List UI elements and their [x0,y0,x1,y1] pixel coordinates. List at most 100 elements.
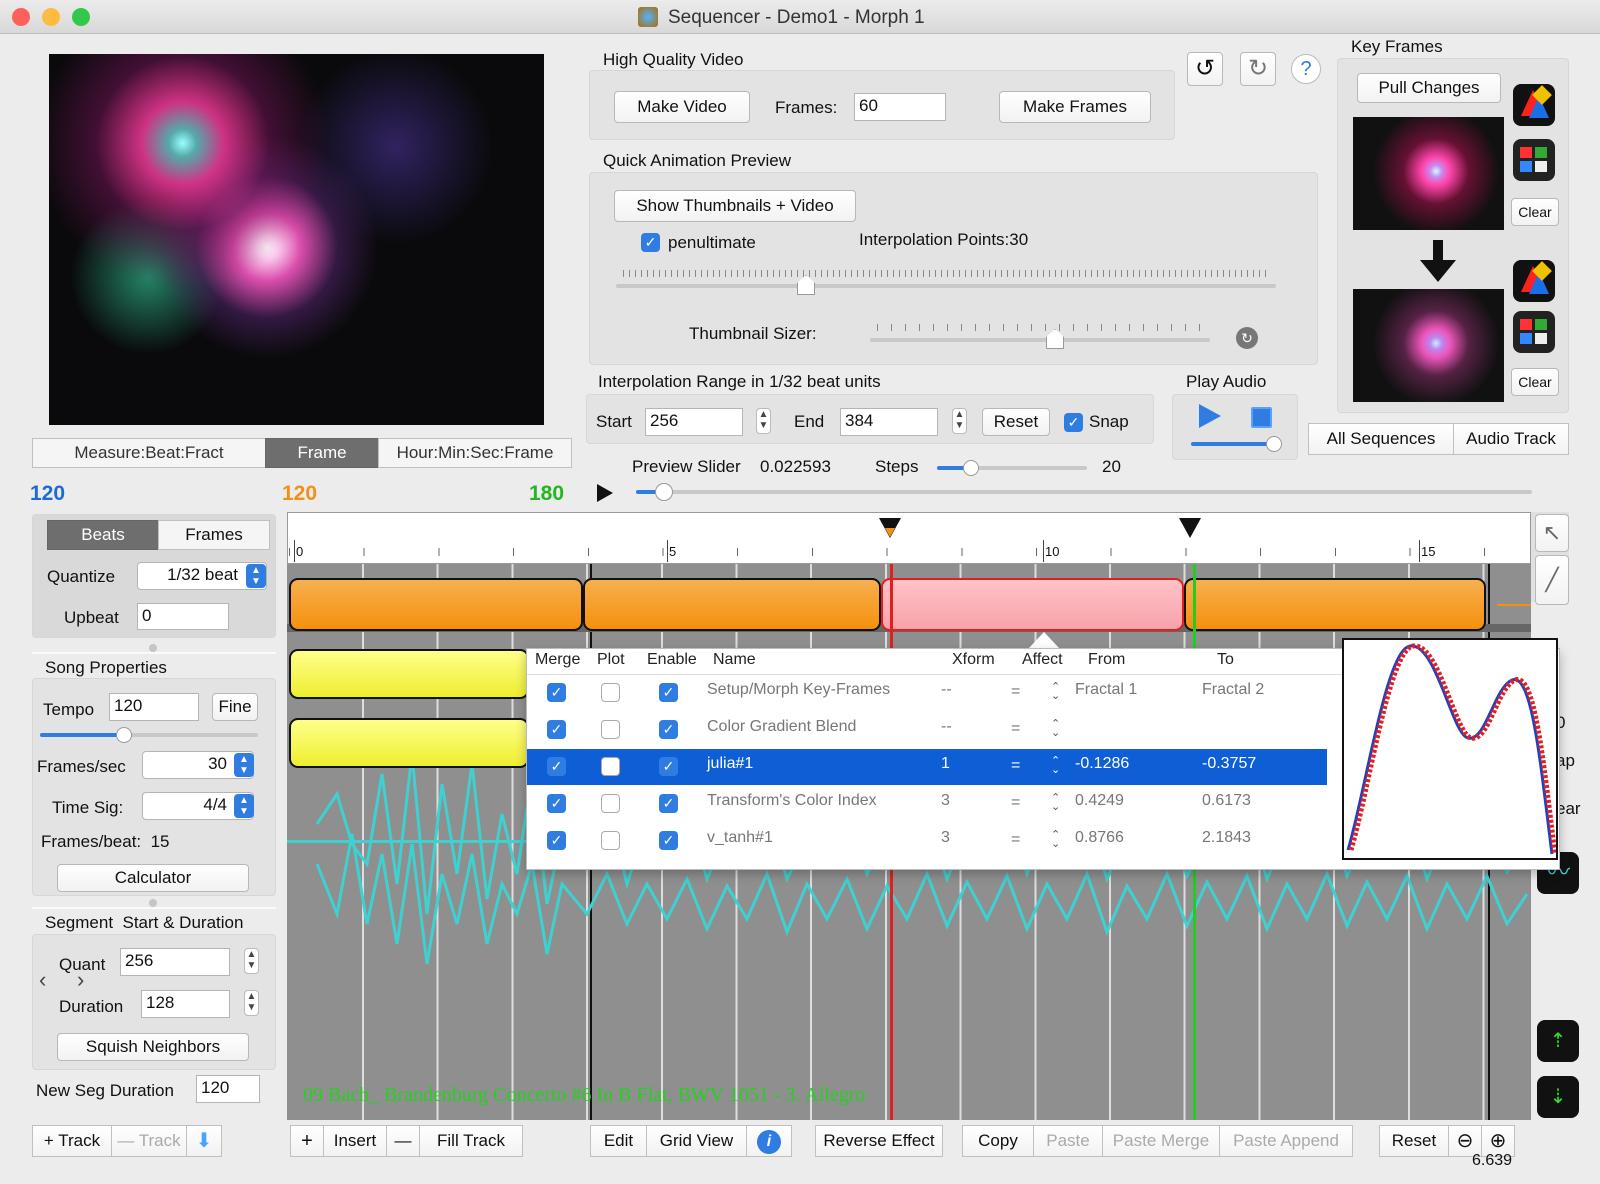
enable-checkbox[interactable]: ✓ [659,831,678,850]
table-row-selected[interactable]: ✓ ✓ julia#1 1 = ⌃ ⌄ -0.1286 -0.3757 [527,749,1327,785]
grid-editor-1-icon[interactable] [1513,139,1555,181]
remove-track-button[interactable]: — Track [111,1125,187,1157]
plot-checkbox[interactable] [601,831,620,850]
upbeat-input[interactable]: 0 [137,603,229,630]
segment-4[interactable] [1184,578,1486,631]
timeline-ruler[interactable] [287,512,1531,564]
row-affect[interactable]: = [1011,794,1020,812]
enable-checkbox[interactable]: ✓ [659,720,678,739]
edit-button[interactable]: Edit [590,1125,647,1157]
segment-1[interactable] [289,578,583,631]
col-affect[interactable]: Affect [1022,651,1063,669]
col-name[interactable]: Name [713,651,756,669]
zoom-button[interactable] [72,8,90,26]
merge-checkbox[interactable]: ✓ [547,720,566,739]
insert-button[interactable]: Insert [323,1125,387,1157]
quant-stepper[interactable]: ▲ ▼ [244,948,259,974]
add-track-button[interactable]: + Track [32,1125,112,1157]
clear-keyframe-1-button[interactable]: Clear [1511,198,1559,226]
end-stepper[interactable]: ▲ ▼ [952,408,967,434]
frames-toggle[interactable]: Frames [158,520,270,550]
merge-checkbox[interactable]: ✓ [547,757,566,776]
tempo-input[interactable]: 120 [109,693,199,721]
affect-stepper-icon[interactable]: ⌃ ⌄ [1051,719,1060,739]
row-affect[interactable]: = [1011,683,1020,701]
duration-input[interactable]: 128 [141,990,230,1018]
clear-keyframe-2-button[interactable]: Clear [1511,368,1559,396]
quantize-select-arrows[interactable]: ▲ ▼ [246,564,266,588]
start-stepper[interactable]: ▲ ▼ [756,408,771,434]
grid-editor-2-icon[interactable] [1513,311,1555,353]
row-affect[interactable]: = [1011,831,1020,849]
effect-segment-2[interactable] [289,718,529,768]
play-icon[interactable] [597,484,613,502]
add-segment-button[interactable]: + [290,1125,324,1157]
end-input[interactable]: 384 [840,408,938,436]
splitter-dot-1[interactable] [149,644,157,652]
col-merge[interactable]: Merge [535,651,580,669]
frames-input[interactable]: 60 [854,93,946,121]
affect-stepper-icon[interactable]: ⌃ ⌄ [1051,830,1060,850]
pull-changes-button[interactable]: Pull Changes [1357,73,1501,103]
amplify-up-icon[interactable]: ⇡ [1537,1020,1579,1062]
row-affect[interactable]: = [1011,720,1020,738]
enable-checkbox[interactable]: ✓ [659,794,678,813]
audio-track-button[interactable]: Audio Track [1453,423,1569,455]
show-thumbnails-button[interactable]: Show Thumbnails + Video [614,190,856,222]
fill-track-button[interactable]: Fill Track [419,1125,523,1157]
undo-icon[interactable]: ↺ [1187,52,1223,86]
info-button[interactable]: i [746,1125,792,1157]
next-segment-icon[interactable]: › [77,967,84,993]
row-affect[interactable]: = [1011,757,1020,775]
timesig-select-arrows[interactable]: ▲ ▼ [234,794,254,818]
fine-button[interactable]: Fine [212,693,258,721]
reset-button[interactable]: Reset [1379,1125,1449,1157]
splitter-dot-2[interactable] [149,899,157,907]
audio-stop-icon[interactable] [1251,407,1272,428]
snap-checkbox[interactable]: ✓ [1064,413,1083,432]
col-enable[interactable]: Enable [647,651,697,669]
squish-neighbors-button[interactable]: Squish Neighbors [57,1033,249,1061]
make-video-button[interactable]: Make Video [614,91,750,123]
audio-volume-slider[interactable] [1266,436,1282,452]
down-arrow-button[interactable]: ⬇ [186,1125,222,1157]
merge-checkbox[interactable]: ✓ [547,831,566,850]
col-xform[interactable]: Xform [952,651,995,669]
pencil-tool-icon[interactable]: ╱ [1535,555,1569,605]
table-row[interactable]: ✓ ✓ Transform's Color Index 3 = ⌃ ⌄ 0.4249 0.61… [527,786,1327,822]
plot-checkbox[interactable] [601,720,620,739]
merge-checkbox[interactable]: ✓ [547,683,566,702]
col-to[interactable]: To [1217,651,1234,669]
steps-slider[interactable] [963,460,979,476]
range-reset-button[interactable]: Reset [982,408,1050,436]
key-frame-1-thumbnail[interactable] [1353,117,1504,230]
merge-checkbox[interactable]: ✓ [547,794,566,813]
audio-play-icon[interactable] [1199,404,1221,428]
minimize-button[interactable] [42,8,60,26]
calculator-button[interactable]: Calculator [57,864,249,892]
segment-3-selected[interactable] [881,578,1184,631]
mode-measure-beat[interactable]: Measure:Beat:Fract [32,438,266,468]
enable-checkbox[interactable]: ✓ [659,683,678,702]
copy-button[interactable]: Copy [962,1125,1034,1157]
col-plot[interactable]: Plot [597,651,625,669]
paste-merge-button[interactable]: Paste Merge [1102,1125,1220,1157]
preview-slider-knob[interactable] [655,483,673,501]
paste-append-button[interactable]: Paste Append [1219,1125,1353,1157]
effect-segment-1[interactable] [289,649,529,699]
grid-view-button[interactable]: Grid View [646,1125,747,1157]
plot-checkbox[interactable] [601,794,620,813]
help-icon[interactable]: ? [1291,54,1321,84]
prev-segment-icon[interactable]: ‹ [39,967,46,993]
tempo-slider[interactable] [116,727,132,743]
close-button[interactable] [12,8,30,26]
mode-frame[interactable]: Frame [265,438,379,468]
fractal-editor-2-icon[interactable] [1513,260,1555,302]
table-row[interactable]: ✓ ✓ v_tanh#1 3 = ⌃ ⌄ 0.8766 2.1843 [527,823,1327,859]
all-sequences-button[interactable]: All Sequences [1308,423,1454,455]
paste-button[interactable]: Paste [1033,1125,1103,1157]
start-input[interactable]: 256 [645,408,743,436]
amplify-down-icon[interactable]: ⇣ [1537,1076,1579,1118]
reverse-effect-button[interactable]: Reverse Effect [815,1125,943,1157]
penultimate-checkbox[interactable]: ✓ [641,233,660,252]
